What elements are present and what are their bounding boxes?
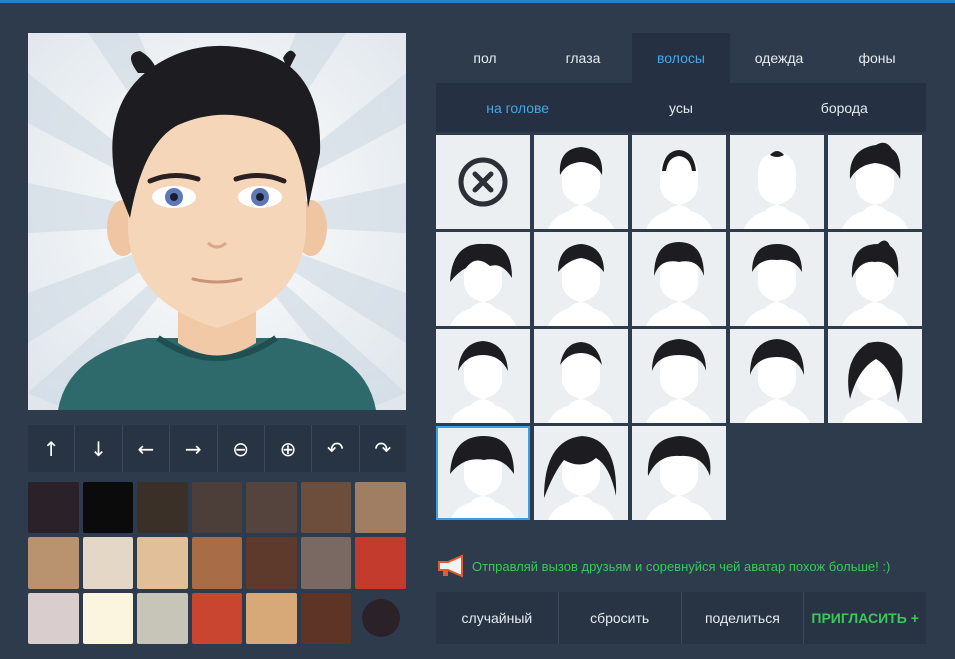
reset-button[interactable]: сбросить [559, 592, 682, 644]
color-swatch[interactable] [300, 592, 352, 644]
arrow-down-icon: ↓ [90, 436, 107, 461]
hair-subtabs: на голове усы борода [436, 83, 926, 132]
hair-thumbnail [744, 244, 810, 326]
invite-banner: Отправляй вызов друзьям и соревнуйся чей… [436, 553, 936, 579]
subtab-head[interactable]: на голове [436, 83, 599, 132]
share-button[interactable]: поделиться [682, 592, 805, 644]
hair-thumbnail [646, 339, 712, 423]
undo-button[interactable]: ↶ [312, 425, 360, 472]
hair-thumbnail [450, 341, 516, 423]
hair-style-option[interactable] [436, 232, 530, 326]
hair-style-option[interactable] [436, 426, 530, 520]
hair-style-option[interactable] [828, 232, 922, 326]
undo-icon: ↶ [327, 436, 344, 461]
hair-style-option[interactable] [828, 135, 922, 229]
hair-style-grid [436, 135, 926, 522]
color-swatch[interactable] [28, 537, 79, 589]
color-swatch[interactable] [191, 537, 243, 589]
hair-style-option[interactable] [632, 329, 726, 423]
color-swatch[interactable] [300, 482, 352, 534]
tab-clothes[interactable]: одежда [730, 33, 828, 83]
tab-hair[interactable]: волосы [632, 33, 730, 83]
color-swatch[interactable] [361, 599, 400, 638]
color-swatch[interactable] [82, 482, 134, 534]
hair-thumbnail [548, 342, 614, 423]
hair-thumbnail [842, 240, 908, 326]
arrow-left-icon: ← [137, 436, 155, 461]
hair-thumbnail [548, 147, 614, 229]
hair-style-option[interactable] [632, 426, 726, 520]
avatar-preview [28, 33, 406, 410]
arrow-right-icon: → [184, 436, 202, 461]
remove-icon [458, 157, 508, 207]
arrow-down-button[interactable]: ↓ [75, 425, 123, 472]
hair-thumbnail [646, 436, 712, 520]
hair-style-option[interactable] [632, 135, 726, 229]
tab-gender[interactable]: пол [436, 33, 534, 83]
arrow-left-button[interactable]: ← [123, 425, 171, 472]
color-swatch[interactable] [191, 592, 243, 644]
hair-style-option[interactable] [730, 232, 824, 326]
redo-icon: ↷ [374, 436, 392, 461]
hair-style-option[interactable] [730, 135, 824, 229]
color-swatch[interactable] [191, 482, 243, 534]
color-swatch[interactable] [137, 482, 188, 534]
color-swatch[interactable] [355, 537, 406, 589]
hair-style-option[interactable] [534, 232, 628, 326]
invite-button[interactable]: ПРИГЛАСИТЬ + [804, 592, 926, 644]
color-swatch[interactable] [246, 592, 297, 644]
no-hair-option[interactable] [436, 135, 530, 229]
redo-button[interactable]: ↷ [360, 425, 406, 472]
transform-toolbar: ↑ ↓ ← → ⊖ ⊕ ↶ ↷ [28, 425, 406, 472]
color-palette [28, 482, 406, 644]
hair-thumbnail [646, 150, 712, 229]
hair-thumbnail [646, 242, 712, 326]
hair-style-option[interactable] [534, 426, 628, 520]
hair-thumbnail [842, 341, 908, 423]
top-accent-line [0, 0, 955, 3]
hair-style-option[interactable] [534, 329, 628, 423]
category-tabs: пол глаза волосы одежда фоны [436, 33, 926, 83]
hair-thumbnail [744, 151, 810, 229]
arrow-up-button[interactable]: ↑ [28, 425, 76, 472]
zoom-out-icon: ⊖ [232, 436, 250, 461]
color-swatch[interactable] [28, 592, 79, 644]
hair-thumbnail [544, 436, 617, 520]
color-swatch[interactable] [28, 482, 79, 534]
hair-style-option[interactable] [436, 329, 530, 423]
color-swatch[interactable] [82, 537, 134, 589]
action-bar: случайный сбросить поделиться ПРИГЛАСИТЬ… [436, 592, 926, 644]
hair-style-option[interactable] [828, 329, 922, 423]
hair-thumbnail [744, 339, 810, 423]
color-swatch[interactable] [246, 537, 297, 589]
zoom-in-button[interactable]: ⊕ [265, 425, 313, 472]
hair-style-option[interactable] [534, 135, 628, 229]
invite-text: Отправляй вызов друзьям и соревнуйся чей… [472, 558, 891, 574]
hair-thumbnail [548, 244, 614, 326]
tab-backgrounds[interactable]: фоны [828, 33, 926, 83]
color-swatch[interactable] [137, 592, 188, 644]
zoom-in-icon: ⊕ [279, 436, 297, 461]
arrow-right-button[interactable]: → [170, 425, 218, 472]
zoom-out-button[interactable]: ⊖ [218, 425, 265, 472]
hair-thumbnail [450, 436, 516, 520]
random-button[interactable]: случайный [436, 592, 559, 644]
tab-eyes[interactable]: глаза [534, 33, 632, 83]
hair-style-option[interactable] [632, 232, 726, 326]
arrow-up-icon: ↑ [42, 436, 60, 461]
subtab-beard[interactable]: борода [763, 83, 926, 132]
subtab-mustache[interactable]: усы [599, 83, 762, 132]
hair-style-option[interactable] [730, 329, 824, 423]
hair-thumbnail [450, 243, 516, 326]
color-swatch[interactable] [137, 537, 188, 589]
color-swatch[interactable] [246, 482, 297, 534]
megaphone-icon [438, 554, 463, 578]
hair-thumbnail [842, 142, 908, 229]
color-swatch[interactable] [82, 592, 134, 644]
color-swatch[interactable] [300, 537, 352, 589]
color-swatch[interactable] [355, 482, 406, 534]
